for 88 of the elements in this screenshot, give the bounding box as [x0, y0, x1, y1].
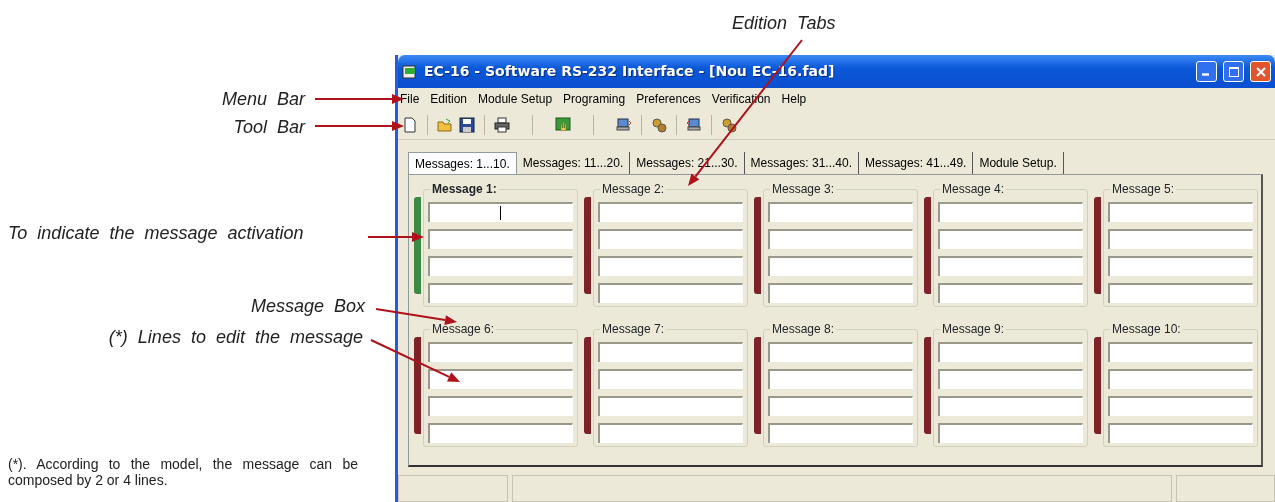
computer-icon	[616, 116, 632, 133]
annotation-label: Menu Bar	[221, 90, 305, 108]
minimize-icon	[1202, 73, 1209, 76]
toolbar-button[interactable]	[686, 116, 702, 133]
input-field[interactable]	[1108, 369, 1253, 389]
input-field[interactable]	[938, 369, 1083, 389]
message-label: Message 8:	[770, 322, 837, 336]
message-label: Message 10:	[1110, 322, 1183, 336]
input-field[interactable]	[1108, 256, 1253, 276]
input-field[interactable]	[768, 283, 913, 303]
input-field[interactable]	[598, 229, 743, 249]
message-label: Message 1:	[430, 182, 499, 196]
gears-icon	[721, 116, 737, 133]
message-label: Message 7:	[600, 322, 667, 336]
input-field[interactable]	[768, 202, 913, 222]
input-field[interactable]	[598, 396, 743, 416]
input-field[interactable]	[428, 256, 573, 276]
input-field[interactable]	[428, 229, 573, 249]
input-field[interactable]	[938, 202, 1083, 222]
hand-icon	[555, 116, 571, 133]
annotation-label: Edition Tabs	[732, 14, 836, 32]
gears-icon	[651, 116, 667, 133]
message-label: Message 6:	[430, 322, 497, 336]
document-icon	[402, 116, 418, 133]
input-field[interactable]	[428, 369, 573, 389]
menu-item[interactable]: File	[400, 90, 420, 108]
input-field[interactable]	[598, 256, 743, 276]
annotation-label: Tool Bar	[233, 118, 305, 136]
input-field[interactable]	[768, 396, 913, 416]
input-field[interactable]	[1108, 283, 1253, 303]
input-field[interactable]	[938, 283, 1083, 303]
input-field[interactable]	[598, 202, 743, 222]
input-field[interactable]	[428, 283, 573, 303]
input-field[interactable]	[428, 342, 573, 362]
input-field[interactable]	[938, 229, 1083, 249]
toolbar-button[interactable]	[459, 116, 475, 133]
maximize-icon	[1228, 66, 1239, 77]
input-field[interactable]	[1108, 342, 1253, 362]
message-label: Message 2:	[600, 182, 667, 196]
input-field[interactable]	[938, 423, 1083, 443]
leader-line	[367, 232, 424, 242]
input-field[interactable]	[1108, 229, 1253, 249]
input-field[interactable]	[938, 256, 1083, 276]
message-label: Message 3:	[770, 182, 837, 196]
annotation-label: To indicate the message activation	[8, 224, 304, 242]
annotation-label: (*) Lines to edit the message	[108, 328, 363, 346]
input-field[interactable]	[1108, 202, 1253, 222]
input-field[interactable]	[1108, 396, 1253, 416]
input-field[interactable]	[938, 396, 1083, 416]
floppy-icon	[459, 116, 475, 133]
toolbar-button[interactable]	[616, 116, 632, 133]
tab[interactable]: Messages: 1...10.	[408, 152, 517, 174]
menu-item[interactable]: Programing	[563, 90, 626, 108]
input-field[interactable]	[598, 283, 743, 303]
input-field[interactable]	[428, 202, 573, 222]
folder-icon	[437, 116, 453, 133]
input-field[interactable]	[938, 342, 1083, 362]
menu-item[interactable]: Help	[781, 90, 807, 108]
annotation-label: Message Box	[250, 297, 365, 315]
footnote-text: (*). According to the model, the message can be composed by 2 or 4 lines.	[8, 456, 358, 488]
toolbar-button[interactable]	[651, 116, 667, 133]
input-field[interactable]	[768, 423, 913, 443]
close-button[interactable]	[1250, 61, 1271, 82]
close-icon	[1255, 66, 1266, 77]
input-field[interactable]	[768, 369, 913, 389]
message-label: Message 9:	[940, 322, 1007, 336]
menu-item[interactable]: Preferences	[636, 90, 701, 108]
menu-item[interactable]: Edition	[430, 90, 468, 108]
input-field[interactable]	[598, 423, 743, 443]
toolbar-button[interactable]	[721, 116, 737, 133]
minimize-button[interactable]	[1196, 61, 1217, 82]
text-caret	[500, 206, 501, 220]
message-label: Message 4:	[940, 182, 1007, 196]
menu-item[interactable]: Module Setup	[478, 90, 553, 108]
input-field[interactable]	[428, 423, 573, 443]
app-icon	[402, 63, 418, 80]
input-field[interactable]	[428, 396, 573, 416]
input-field[interactable]	[768, 342, 913, 362]
message-label: Message 5:	[1110, 182, 1177, 196]
input-field[interactable]	[598, 369, 743, 389]
input-field[interactable]	[598, 342, 743, 362]
computer-icon	[686, 116, 702, 133]
input-field[interactable]	[1108, 423, 1253, 443]
toolbar-button[interactable]	[494, 116, 510, 133]
input-field[interactable]	[768, 256, 913, 276]
input-field[interactable]	[768, 229, 913, 249]
printer-icon	[494, 116, 510, 133]
maximize-button[interactable]	[1223, 61, 1244, 82]
